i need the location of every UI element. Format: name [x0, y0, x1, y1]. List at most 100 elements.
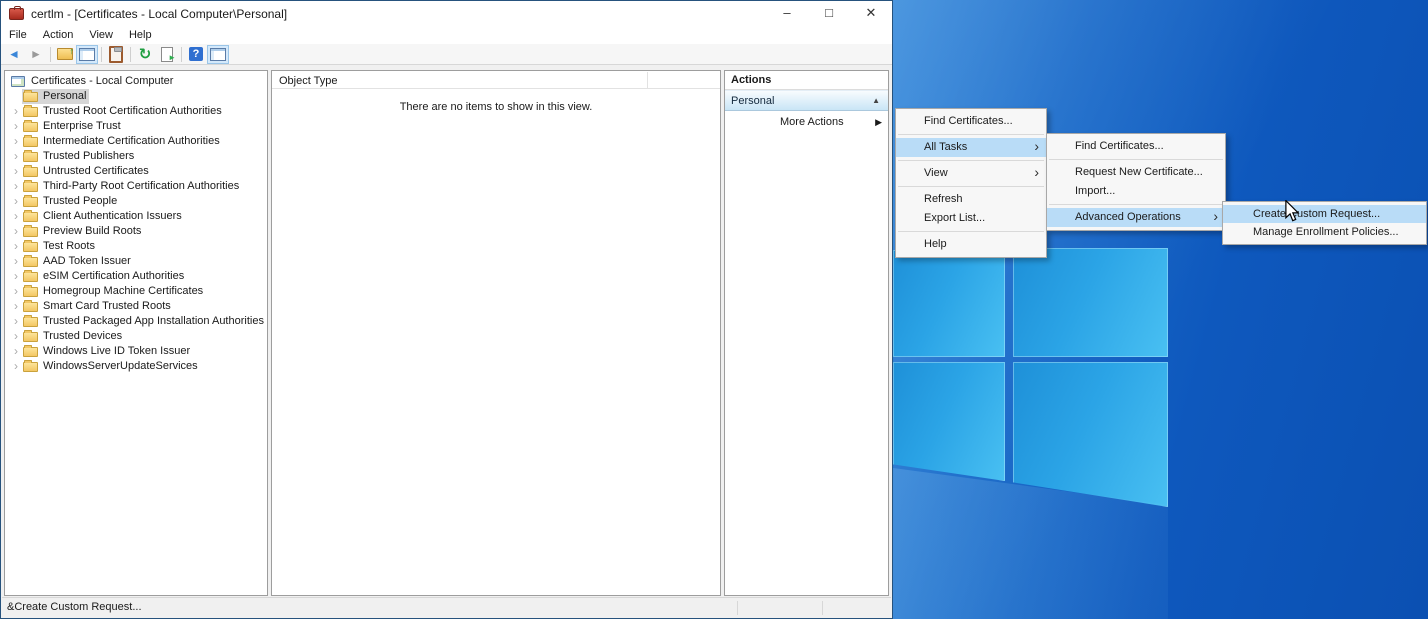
menu-item-request-new-certificate[interactable]: Request New Certificate... ›: [1047, 163, 1225, 182]
tree-item-trusted-root-certification-authorities[interactable]: › Trusted Root Certification Authorities: [5, 104, 267, 119]
chevron-right-icon[interactable]: ›: [10, 105, 22, 118]
tree-item-intermediate-certification-authorities[interactable]: › Intermediate Certification Authorities: [5, 134, 267, 149]
menubar-view[interactable]: View: [81, 27, 121, 44]
tree-item-smart-card-trusted-roots[interactable]: › Smart Card Trusted Roots: [5, 299, 267, 314]
show-action-pane-icon[interactable]: [207, 45, 229, 64]
screen: certlm - [Certificates - Local Computer\…: [0, 0, 1428, 619]
windows-logo-pane-bottom-left: [893, 362, 1005, 481]
windows-logo-pane-top-left: [893, 250, 1005, 357]
menu-separator[interactable]: ›: [898, 231, 1044, 232]
menubar-action[interactable]: Action: [35, 27, 82, 44]
chevron-right-icon[interactable]: ›: [10, 150, 22, 163]
up-one-level-icon[interactable]: [54, 45, 76, 64]
menu-item-manage-enrollment-policies[interactable]: Manage Enrollment Policies... ›: [1223, 223, 1426, 241]
chevron-right-icon[interactable]: ›: [10, 240, 22, 253]
menu-item-create-custom-request[interactable]: Create Custom Request... ›: [1223, 205, 1426, 223]
chevron-right-icon[interactable]: ›: [10, 120, 22, 133]
menu-item-advanced-operations[interactable]: Advanced Operations ›: [1047, 208, 1225, 227]
chevron-right-icon[interactable]: ›: [10, 180, 22, 193]
tree-item-trusted-people[interactable]: › Trusted People: [5, 194, 267, 209]
chevron-right-icon[interactable]: ›: [10, 165, 22, 178]
actions-section-personal[interactable]: Personal ▲: [725, 90, 888, 111]
menu-item-refresh[interactable]: Refresh ›: [896, 190, 1046, 209]
tree-item-trusted-devices[interactable]: › Trusted Devices: [5, 329, 267, 344]
folder-icon: [23, 272, 38, 282]
tree-item-homegroup-machine-certificates[interactable]: › Homegroup Machine Certificates: [5, 284, 267, 299]
context-menu-personal: Find Certificates... › › All Tasks › › V…: [895, 108, 1047, 258]
export-list-icon[interactable]: [156, 45, 178, 64]
minimize-button[interactable]: –: [766, 1, 808, 27]
menu-separator[interactable]: ›: [898, 160, 1044, 161]
chevron-right-icon[interactable]: ›: [10, 345, 22, 358]
workspace: Certificates - Local Computer › Personal: [2, 65, 891, 597]
tree-item-untrusted-certificates[interactable]: › Untrusted Certificates: [5, 164, 267, 179]
tree-item-enterprise-trust[interactable]: › Enterprise Trust: [5, 119, 267, 134]
menu-item-export-list[interactable]: Export List... ›: [896, 209, 1046, 228]
submenu-arrow-icon: ▶: [875, 111, 882, 133]
help-icon[interactable]: [185, 45, 207, 64]
menu-separator[interactable]: ›: [898, 186, 1044, 187]
title-bar[interactable]: certlm - [Certificates - Local Computer\…: [1, 1, 892, 27]
forward-icon[interactable]: ►: [25, 45, 47, 64]
tree-item-windowsserverupdateservices[interactable]: › WindowsServerUpdateServices: [5, 359, 267, 374]
back-icon[interactable]: ◄: [3, 45, 25, 64]
paste-icon[interactable]: [105, 45, 127, 64]
tree-item-trusted-packaged-app-installation-authorities[interactable]: › Trusted Packaged App Installation Auth…: [5, 314, 267, 329]
toolbar: ◄ ► ↻: [1, 44, 892, 65]
tree-item-aad-token-issuer[interactable]: › AAD Token Issuer: [5, 254, 267, 269]
toolbar-separator: [101, 47, 102, 62]
tree-item-trusted-publishers[interactable]: › Trusted Publishers: [5, 149, 267, 164]
menu-separator[interactable]: ›: [1049, 159, 1223, 160]
tree-item-personal[interactable]: › Personal: [5, 89, 267, 104]
chevron-right-icon[interactable]: ›: [10, 210, 22, 223]
column-header-object-type[interactable]: Object Type: [272, 75, 338, 87]
chevron-right-icon[interactable]: ›: [10, 135, 22, 148]
menubar-file[interactable]: File: [1, 27, 35, 44]
chevron-right-icon[interactable]: ›: [10, 195, 22, 208]
folder-icon: [23, 137, 38, 147]
menu-separator[interactable]: ›: [1049, 204, 1223, 205]
menu-separator[interactable]: ›: [898, 134, 1044, 135]
empty-view-message: There are no items to show in this view.: [272, 101, 720, 113]
close-button[interactable]: ✕: [850, 1, 892, 27]
collapse-section-icon[interactable]: ▲: [872, 91, 880, 111]
tree-item-windows-live-id-token-issuer[interactable]: › Windows Live ID Token Issuer: [5, 344, 267, 359]
chevron-right-icon[interactable]: ›: [10, 255, 22, 268]
windows-logo-pane-bottom-right: [1013, 362, 1168, 507]
show-console-tree-icon[interactable]: [76, 45, 98, 64]
status-bar-separator: [737, 601, 738, 615]
maximize-button[interactable]: □: [808, 1, 850, 27]
more-actions-item[interactable]: More Actions ▶: [725, 111, 888, 133]
submenu-arrow-icon: ›: [1034, 163, 1039, 182]
tree-root-certificates-local-computer[interactable]: Certificates - Local Computer: [5, 74, 267, 89]
tree-item-client-authentication-issuers[interactable]: › Client Authentication Issuers: [5, 209, 267, 224]
chevron-right-icon[interactable]: ›: [10, 300, 22, 313]
menubar-help[interactable]: Help: [121, 27, 160, 44]
menu-item-import[interactable]: Import... ›: [1047, 182, 1225, 201]
menu-item-find-certificates[interactable]: Find Certificates... ›: [896, 112, 1046, 131]
folder-icon: [23, 152, 38, 162]
chevron-right-icon[interactable]: ›: [10, 285, 22, 298]
folder-icon: [23, 197, 38, 207]
chevron-right-icon[interactable]: ›: [10, 270, 22, 283]
chevron-right-icon[interactable]: ›: [10, 315, 22, 328]
refresh-icon[interactable]: ↻: [134, 45, 156, 64]
toolbar-separator: [130, 47, 131, 62]
column-header-row[interactable]: Object Type: [272, 71, 720, 89]
menu-item-view[interactable]: View ›: [896, 164, 1046, 183]
tree-item-test-roots[interactable]: › Test Roots: [5, 239, 267, 254]
submenu-arrow-icon: ›: [1034, 137, 1039, 156]
window-title: certlm - [Certificates - Local Computer\…: [31, 7, 287, 21]
menu-item-find-certificates[interactable]: Find Certificates... ›: [1047, 137, 1225, 156]
tree-item-esim-certification-authorities[interactable]: › eSIM Certification Authorities: [5, 269, 267, 284]
chevron-right-icon[interactable]: ›: [10, 330, 22, 343]
folder-icon: [23, 227, 38, 237]
chevron-right-icon[interactable]: ›: [10, 225, 22, 238]
submenu-advanced-operations: Create Custom Request... › Manage Enroll…: [1222, 201, 1427, 245]
tree-item-third-party-root-certification-authorities[interactable]: › Third-Party Root Certification Authori…: [5, 179, 267, 194]
menu-item-help[interactable]: Help ›: [896, 235, 1046, 254]
chevron-right-icon[interactable]: ›: [10, 360, 22, 373]
folder-icon: [23, 122, 38, 132]
menu-item-all-tasks[interactable]: All Tasks ›: [896, 138, 1046, 157]
tree-item-preview-build-roots[interactable]: › Preview Build Roots: [5, 224, 267, 239]
